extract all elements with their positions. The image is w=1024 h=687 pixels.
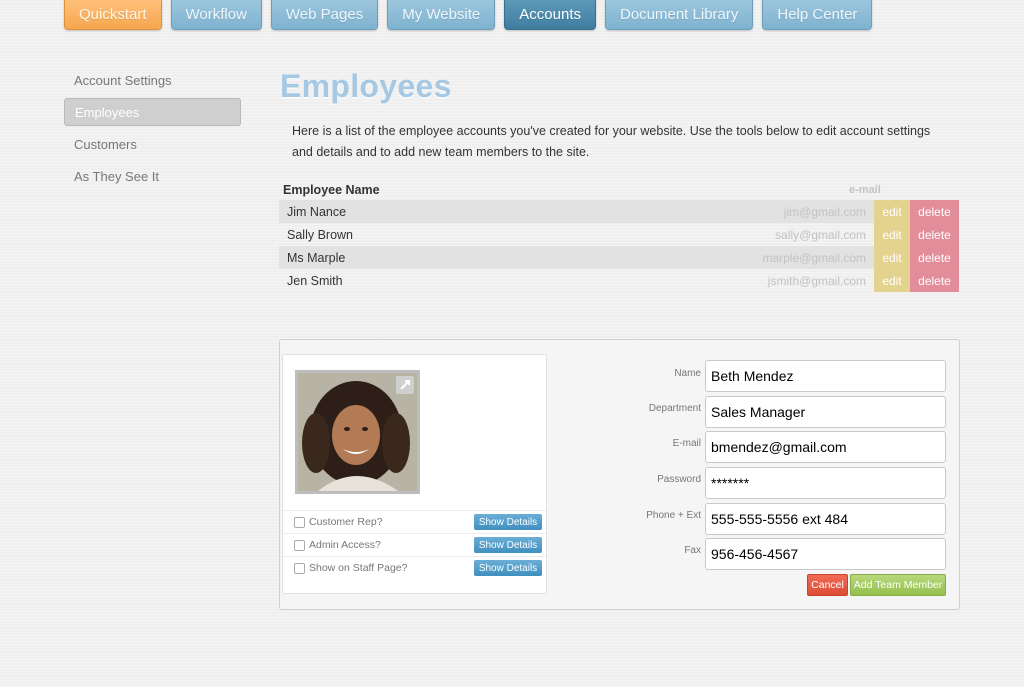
table-row: Ms Marple marple@gmail.com edit delete bbox=[279, 246, 959, 269]
table-row: Sally Brown sally@gmail.com edit delete bbox=[279, 223, 959, 246]
employee-name: Sally Brown bbox=[287, 227, 353, 242]
edit-button[interactable]: edit bbox=[874, 246, 910, 269]
name-label: Name bbox=[674, 368, 701, 379]
tab-quickstart[interactable]: Quickstart bbox=[64, 0, 162, 30]
department-field[interactable]: Sales Manager bbox=[705, 396, 946, 428]
customer-rep-checkbox[interactable] bbox=[294, 516, 305, 528]
sidebar-item-as-they-see-it[interactable]: As They See It bbox=[64, 162, 241, 190]
password-field[interactable]: ******* bbox=[705, 467, 946, 499]
sidebar-item-customers[interactable]: Customers bbox=[64, 130, 241, 158]
employee-email: jsmith@gmail.com bbox=[767, 273, 866, 288]
tab-accounts[interactable]: Accounts bbox=[504, 0, 596, 30]
tab-web-pages[interactable]: Web Pages bbox=[270, 0, 379, 30]
add-team-member-button[interactable]: Add Team Member bbox=[850, 574, 946, 596]
department-label: Department bbox=[648, 403, 701, 414]
avatar[interactable] bbox=[295, 370, 420, 494]
option-label: Show on Staff Page? bbox=[309, 562, 408, 574]
sidebar-item-employees[interactable]: Employees bbox=[64, 98, 241, 126]
employee-name: Ms Marple bbox=[287, 250, 346, 265]
show-details-button[interactable]: Show Details bbox=[474, 537, 542, 553]
edit-button[interactable]: edit bbox=[874, 223, 910, 246]
delete-button[interactable]: delete bbox=[910, 246, 959, 269]
delete-button[interactable]: delete bbox=[910, 200, 959, 223]
option-row: Customer Rep? Show Details bbox=[283, 510, 546, 533]
table-header: Employee Name e-mail bbox=[279, 180, 959, 200]
edit-button[interactable]: edit bbox=[874, 200, 910, 223]
employee-email: jim@gmail.com bbox=[783, 204, 866, 219]
fax-field[interactable]: 956-456-4567 bbox=[705, 538, 946, 570]
tab-my-website[interactable]: My Website bbox=[387, 0, 496, 30]
edit-button[interactable]: edit bbox=[874, 269, 910, 292]
photo-card: Customer Rep? Show Details Admin Access?… bbox=[282, 354, 547, 594]
delete-button[interactable]: delete bbox=[910, 223, 959, 246]
expand-icon[interactable] bbox=[396, 376, 414, 394]
cancel-button[interactable]: Cancel bbox=[807, 574, 848, 596]
employee-email: sally@gmail.com bbox=[775, 227, 866, 242]
sidebar: Account Settings Employees Customers As … bbox=[64, 66, 241, 194]
password-label: Password bbox=[657, 474, 701, 485]
name-field[interactable]: Beth Mendez bbox=[705, 360, 946, 392]
top-nav: Quickstart Workflow Web Pages My Website… bbox=[64, 0, 873, 32]
show-on-staff-page-checkbox[interactable] bbox=[294, 562, 305, 574]
fax-label: Fax bbox=[684, 545, 701, 556]
option-label: Customer Rep? bbox=[309, 516, 383, 528]
intro-text: Here is a list of the employee accounts … bbox=[292, 124, 931, 159]
option-label: Admin Access? bbox=[309, 539, 381, 551]
table-row: Jim Nance jim@gmail.com edit delete bbox=[279, 200, 959, 223]
sidebar-item-account-settings[interactable]: Account Settings bbox=[64, 66, 241, 94]
tab-workflow[interactable]: Workflow bbox=[170, 0, 262, 30]
tab-help-center[interactable]: Help Center bbox=[762, 0, 873, 30]
email-label: E-mail bbox=[672, 438, 701, 449]
show-details-button[interactable]: Show Details bbox=[474, 560, 542, 576]
team-member-form: Customer Rep? Show Details Admin Access?… bbox=[279, 339, 960, 610]
column-header-email: e-mail bbox=[849, 184, 881, 196]
admin-access-checkbox[interactable] bbox=[294, 539, 305, 551]
email-field[interactable]: bmendez@gmail.com bbox=[705, 431, 946, 463]
column-header-name: Employee Name bbox=[283, 183, 380, 197]
employee-table: Employee Name e-mail Jim Nance jim@gmail… bbox=[279, 180, 959, 292]
tab-document-library[interactable]: Document Library bbox=[604, 0, 754, 30]
employee-name: Jen Smith bbox=[287, 273, 343, 288]
delete-button[interactable]: delete bbox=[910, 269, 959, 292]
phone-label: Phone + Ext bbox=[646, 510, 701, 521]
page-title: Employees bbox=[280, 68, 452, 104]
phone-field[interactable]: 555-555-5556 ext 484 bbox=[705, 503, 946, 535]
employee-name: Jim Nance bbox=[287, 204, 347, 219]
employee-email: marple@gmail.com bbox=[762, 250, 866, 265]
option-row: Admin Access? Show Details bbox=[283, 533, 546, 556]
option-row: Show on Staff Page? Show Details bbox=[283, 556, 546, 579]
table-row: Jen Smith jsmith@gmail.com edit delete bbox=[279, 269, 959, 292]
show-details-button[interactable]: Show Details bbox=[474, 514, 542, 530]
